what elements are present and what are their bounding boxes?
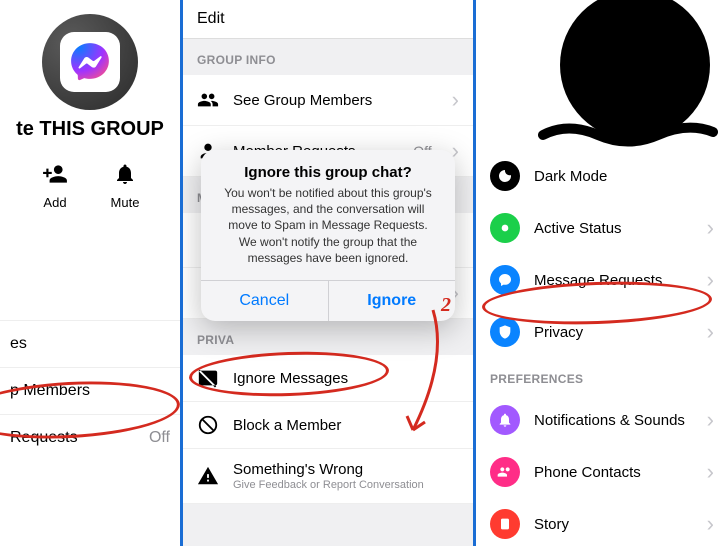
warning-icon bbox=[197, 465, 219, 487]
section-preferences: PREFERENCES bbox=[476, 358, 728, 394]
privacy-row[interactable]: Privacy bbox=[476, 306, 728, 358]
ignore-icon bbox=[197, 367, 219, 389]
active-status-row[interactable]: Active Status bbox=[476, 202, 728, 254]
cancel-button[interactable]: Cancel bbox=[201, 281, 328, 321]
dialog-body: You won't be notified about this group's… bbox=[201, 185, 455, 280]
chevron-right-icon bbox=[707, 215, 714, 241]
chevron-right-icon bbox=[707, 407, 714, 433]
add-label: Add bbox=[43, 195, 66, 210]
add-person-icon bbox=[40, 159, 70, 189]
story-icon bbox=[490, 509, 520, 539]
people-icon bbox=[197, 89, 219, 111]
message-requests-row[interactable]: Message Requests bbox=[476, 254, 728, 306]
add-button[interactable]: Add bbox=[40, 159, 70, 210]
section-privacy: PRIVA bbox=[183, 319, 473, 355]
dark-mode-row[interactable]: Dark Mode bbox=[476, 150, 728, 202]
section-group-info: GROUP INFO bbox=[183, 39, 473, 75]
block-member-row[interactable]: Block a Member bbox=[183, 402, 473, 449]
group-members-row[interactable]: p Members bbox=[0, 367, 180, 414]
block-icon bbox=[197, 414, 219, 436]
list-item[interactable]: es bbox=[0, 320, 180, 367]
chevron-right-icon bbox=[707, 459, 714, 485]
phone-contacts-row[interactable]: Phone Contacts bbox=[476, 446, 728, 498]
profile-avatar-redacted bbox=[560, 0, 710, 140]
ignore-messages-row[interactable]: Ignore Messages bbox=[183, 355, 473, 402]
chat-icon bbox=[490, 265, 520, 295]
story-row[interactable]: Story bbox=[476, 498, 728, 546]
bell-icon bbox=[110, 159, 140, 189]
moon-icon bbox=[490, 161, 520, 191]
dialog-title: Ignore this group chat? bbox=[201, 150, 455, 185]
messenger-icon bbox=[60, 32, 120, 92]
chevron-right-icon bbox=[452, 87, 459, 113]
group-title: te THIS GROUP bbox=[0, 118, 180, 141]
chevron-right-icon bbox=[707, 267, 714, 293]
annotation-number: 2 bbox=[441, 294, 451, 317]
mute-label: Mute bbox=[111, 195, 140, 210]
see-members-row[interactable]: See Group Members bbox=[183, 75, 473, 126]
chevron-right-icon bbox=[707, 319, 714, 345]
active-icon bbox=[490, 213, 520, 243]
ignore-dialog: Ignore this group chat? You won't be not… bbox=[201, 150, 455, 321]
requests-row[interactable]: RequestsOff bbox=[0, 414, 180, 461]
notifications-row[interactable]: Notifications & Sounds bbox=[476, 394, 728, 446]
chevron-right-icon bbox=[707, 511, 714, 537]
edit-button[interactable]: Edit bbox=[183, 0, 473, 39]
something-wrong-row[interactable]: Something's Wrong Give Feedback or Repor… bbox=[183, 449, 473, 504]
group-avatar[interactable] bbox=[42, 14, 138, 110]
shield-icon bbox=[490, 317, 520, 347]
bell-icon bbox=[490, 405, 520, 435]
ignore-button[interactable]: Ignore bbox=[328, 281, 456, 321]
mute-button[interactable]: Mute bbox=[110, 159, 140, 210]
redaction-scribble bbox=[538, 120, 718, 150]
contacts-icon bbox=[490, 457, 520, 487]
